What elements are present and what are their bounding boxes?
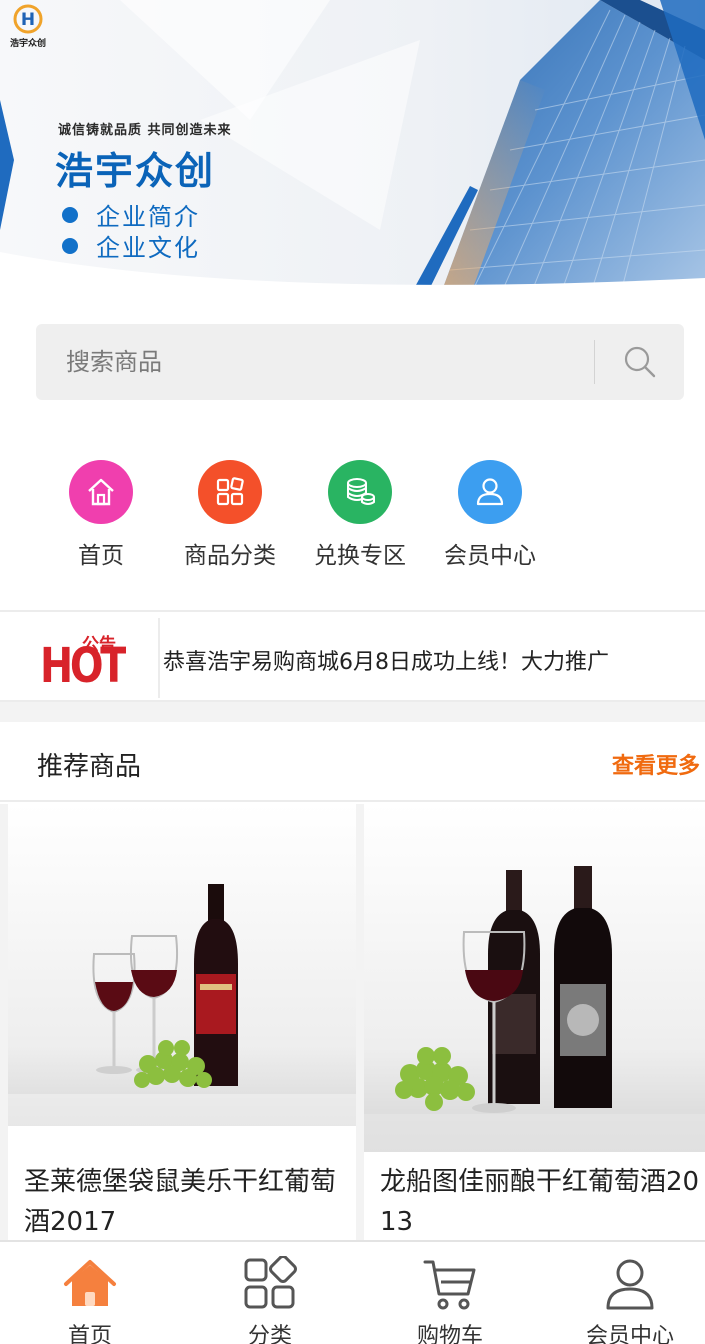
search-icon[interactable]: [622, 344, 658, 380]
bullet-icon: [62, 237, 78, 254]
tab-label: 首页: [67, 1324, 112, 1344]
quicknav-member[interactable]: 会员中心: [425, 460, 555, 570]
notice-divider: [158, 618, 160, 698]
company-logo: H 浩宇众创: [8, 4, 48, 49]
notice-marquee-text[interactable]: 恭喜浩宇易购商城6月8日成功上线！大力推广: [163, 644, 689, 676]
quicknav-label: 会员中心: [444, 543, 536, 569]
product-name[interactable]: 龙船图佳丽酿干红葡萄酒2013: [380, 1162, 700, 1240]
grid-icon: [198, 460, 262, 524]
banner-link-label: 企业简介: [96, 203, 200, 231]
banner-brand-title: 浩宇众创: [55, 148, 216, 193]
cart-icon: [423, 1260, 476, 1310]
home-icon: [69, 460, 133, 524]
bullet-icon: [62, 206, 78, 223]
user-icon: [458, 460, 522, 524]
recommend-title: 推荐商品: [37, 752, 142, 782]
search-input[interactable]: [66, 324, 586, 400]
quicknav-home[interactable]: 首页: [36, 460, 166, 570]
banner-slogan: 诚信铸就品质 共同创造未来: [58, 123, 232, 138]
product-card[interactable]: 圣莱德堡袋鼠美乐干红葡萄酒2017: [8, 804, 356, 1240]
quicknav-label: 商品分类: [184, 543, 276, 569]
hero-banner[interactable]: H 浩宇众创 诚信铸就品质 共同创造未来 浩宇众创 企业简介 企业文化: [0, 0, 705, 296]
product-image: [8, 804, 356, 1126]
product-card[interactable]: 龙船图佳丽酿干红葡萄酒2013: [364, 804, 705, 1240]
recommend-header: 推荐商品 查看更多: [0, 722, 705, 802]
tab-home[interactable]: 首页: [30, 1256, 150, 1344]
banner-link-company-profile[interactable]: 企业简介: [62, 197, 200, 232]
search-bar: [36, 324, 684, 400]
product-image: [364, 804, 705, 1152]
search-divider: [594, 340, 595, 384]
banner-link-label: 企业文化: [96, 234, 200, 262]
tab-label: 会员中心: [585, 1324, 674, 1344]
product-name[interactable]: 圣莱德堡袋鼠美乐干红葡萄酒2017: [24, 1162, 344, 1240]
tab-member-center[interactable]: 会员中心: [570, 1256, 690, 1344]
tab-label: 分类: [247, 1324, 292, 1344]
user-icon: [606, 1259, 654, 1310]
tab-label: 购物车: [416, 1324, 483, 1344]
logo-text: 浩宇众创: [9, 39, 46, 49]
quicknav-category[interactable]: 商品分类: [165, 460, 295, 570]
announcement-bar[interactable]: 公告 HOT 恭喜浩宇易购商城6月8日成功上线！大力推广: [0, 610, 705, 702]
tab-cart[interactable]: 购物车: [390, 1256, 510, 1344]
banner-link-company-culture[interactable]: 企业文化: [62, 228, 200, 263]
section-gap: [0, 702, 705, 722]
product-grid: 圣莱德堡袋鼠美乐干红葡萄酒2017 龙船图佳丽酿干红葡萄酒2013: [0, 804, 705, 1240]
category-icon: [244, 1255, 297, 1309]
home-icon: [64, 1260, 116, 1306]
bottom-tab-bar: 首页 分类 购物车 会员中心: [0, 1240, 705, 1344]
quick-nav: 首页 商品分类 兑换专区 会员中心: [36, 460, 576, 570]
svg-text:H: H: [21, 10, 35, 30]
coins-icon: [328, 460, 392, 524]
quicknav-label: 首页: [78, 543, 124, 569]
quicknav-label: 兑换专区: [314, 543, 406, 569]
badge-main-label: HOT: [40, 638, 126, 684]
hot-notice-badge: 公告 HOT: [40, 634, 126, 684]
tab-category[interactable]: 分类: [210, 1255, 330, 1344]
quicknav-exchange[interactable]: 兑换专区: [295, 460, 425, 570]
logo-mark-icon: H: [13, 4, 43, 34]
view-more-link[interactable]: 查看更多: [612, 748, 700, 780]
